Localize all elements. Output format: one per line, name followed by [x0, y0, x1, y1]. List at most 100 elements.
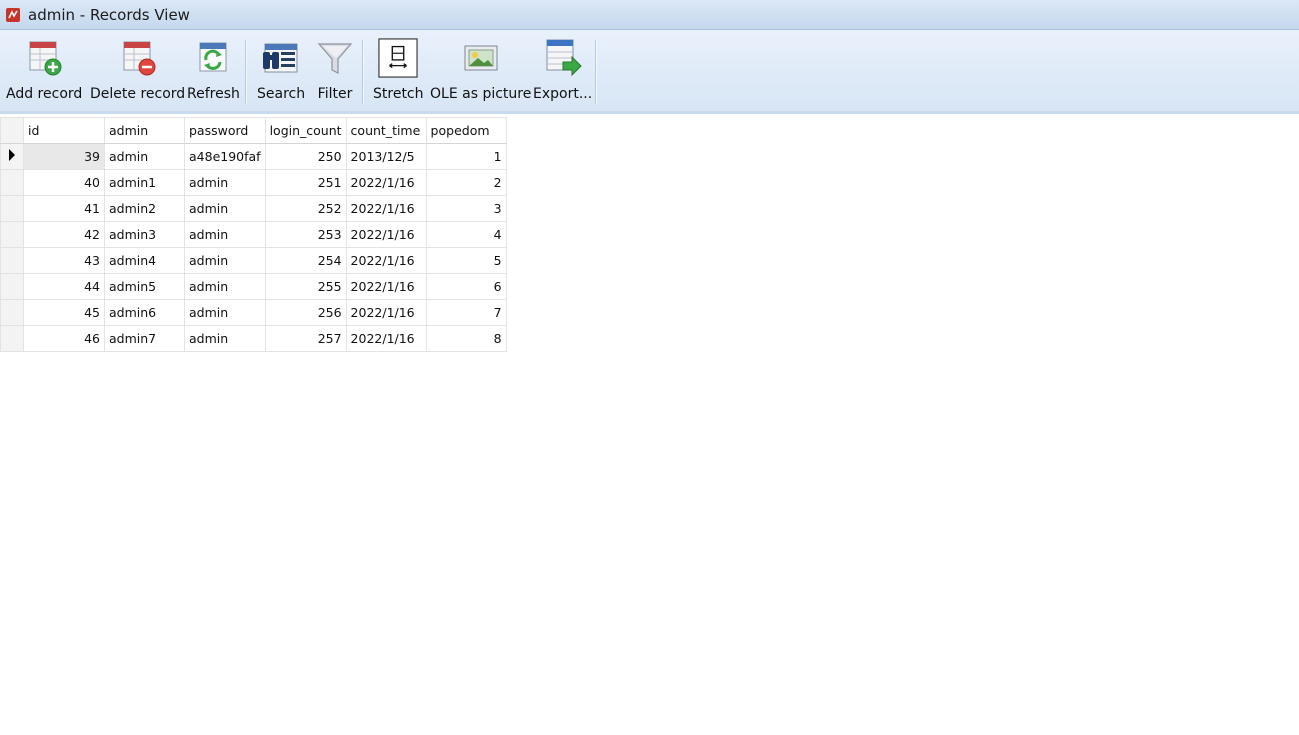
row-indicator[interactable]: [0, 221, 24, 248]
cell-login-count[interactable]: 253: [264, 221, 347, 248]
column-header-count-time[interactable]: count_time: [345, 117, 427, 144]
table-row[interactable]: 40 admin1 admin 251 2022/1/16 2: [0, 169, 507, 196]
cell-admin[interactable]: admin3: [104, 221, 185, 248]
cell-login-count[interactable]: 250: [264, 143, 347, 170]
cell-admin[interactable]: admin7: [104, 325, 185, 352]
table-row[interactable]: 43 admin4 admin 254 2022/1/16 5: [0, 247, 507, 274]
cell-password[interactable]: a48e190faf: [184, 143, 266, 170]
cell-login-count[interactable]: 257: [264, 325, 347, 352]
cell-id[interactable]: 39: [23, 143, 105, 170]
records-grid: id admin password login_count count_time…: [0, 117, 507, 352]
refresh-button[interactable]: Refresh: [187, 38, 240, 108]
row-indicator[interactable]: [0, 195, 24, 222]
export-icon: [546, 39, 582, 77]
cell-id[interactable]: 40: [23, 169, 105, 196]
cell-count-time[interactable]: 2022/1/16: [345, 195, 427, 222]
cell-admin[interactable]: admin6: [104, 299, 185, 326]
table-row[interactable]: 42 admin3 admin 253 2022/1/16 4: [0, 221, 507, 248]
export-label: Export...: [533, 86, 593, 102]
column-header-id[interactable]: id: [23, 117, 105, 144]
cell-admin[interactable]: admin1: [104, 169, 185, 196]
cell-login-count[interactable]: 251: [264, 169, 347, 196]
column-header-login-count[interactable]: login_count: [264, 117, 347, 144]
cell-popedom[interactable]: 8: [425, 325, 507, 352]
picture-icon: [464, 45, 498, 71]
table-row[interactable]: 46 admin7 admin 257 2022/1/16 8: [0, 325, 507, 352]
refresh-label: Refresh: [187, 86, 240, 102]
row-indicator-header: [0, 117, 24, 144]
toolbar-separator: [245, 40, 247, 104]
cell-popedom[interactable]: 1: [425, 143, 507, 170]
cell-popedom[interactable]: 7: [425, 299, 507, 326]
export-button[interactable]: Export...: [533, 38, 592, 108]
funnel-icon: [317, 43, 353, 74]
delete-record-button[interactable]: Delete record: [90, 38, 185, 108]
cell-password[interactable]: admin: [184, 325, 266, 352]
stretch-button[interactable]: Stretch: [373, 38, 424, 108]
table-row[interactable]: 39 admin a48e190faf 250 2013/12/5 1: [0, 143, 507, 170]
cell-admin[interactable]: admin4: [104, 247, 185, 274]
current-row-arrow-icon: [9, 149, 15, 161]
delete-record-icon: [123, 41, 156, 76]
cell-id[interactable]: 44: [23, 273, 105, 300]
cell-count-time[interactable]: 2022/1/16: [345, 325, 427, 352]
row-indicator[interactable]: [0, 247, 24, 274]
table-row[interactable]: 41 admin2 admin 252 2022/1/16 3: [0, 195, 507, 222]
ole-as-picture-button[interactable]: OLE as picture: [430, 38, 531, 108]
add-record-button[interactable]: Add record: [6, 38, 82, 108]
cell-id[interactable]: 41: [23, 195, 105, 222]
row-indicator[interactable]: [0, 169, 24, 196]
cell-popedom[interactable]: 3: [425, 195, 507, 222]
refresh-icon: [199, 42, 227, 72]
table-row[interactable]: 45 admin6 admin 256 2022/1/16 7: [0, 299, 507, 326]
cell-count-time[interactable]: 2022/1/16: [345, 273, 427, 300]
row-indicator[interactable]: [0, 325, 24, 352]
row-indicator[interactable]: [0, 299, 24, 326]
cell-password[interactable]: admin: [184, 247, 266, 274]
add-record-label: Add record: [6, 86, 83, 102]
toolbar-separator: [595, 40, 597, 104]
cell-password[interactable]: admin: [184, 299, 266, 326]
window-title: admin - Records View: [28, 5, 190, 24]
search-label: Search: [257, 86, 306, 102]
cell-popedom[interactable]: 6: [425, 273, 507, 300]
cell-login-count[interactable]: 254: [264, 247, 347, 274]
app-icon: [6, 7, 20, 22]
cell-popedom[interactable]: 5: [425, 247, 507, 274]
cell-password[interactable]: admin: [184, 221, 266, 248]
column-header-popedom[interactable]: popedom: [425, 117, 507, 144]
title-bar: admin - Records View: [0, 0, 1299, 30]
column-header-admin[interactable]: admin: [104, 117, 185, 144]
cell-admin[interactable]: admin: [104, 143, 185, 170]
delete-record-label: Delete record: [90, 86, 186, 102]
cell-id[interactable]: 42: [23, 221, 105, 248]
cell-popedom[interactable]: 2: [425, 169, 507, 196]
table-row[interactable]: 44 admin5 admin 255 2022/1/16 6: [0, 273, 507, 300]
cell-login-count[interactable]: 255: [264, 273, 347, 300]
cell-popedom[interactable]: 4: [425, 221, 507, 248]
grid-header-row: id admin password login_count count_time…: [0, 117, 507, 144]
cell-password[interactable]: admin: [184, 169, 266, 196]
cell-count-time[interactable]: 2022/1/16: [345, 247, 427, 274]
cell-id[interactable]: 43: [23, 247, 105, 274]
cell-count-time[interactable]: 2022/1/16: [345, 221, 427, 248]
cell-count-time[interactable]: 2022/1/16: [345, 299, 427, 326]
toolbar-separator: [362, 40, 364, 104]
filter-button[interactable]: Filter: [315, 38, 355, 108]
row-indicator[interactable]: [0, 143, 24, 170]
cell-count-time[interactable]: 2022/1/16: [345, 169, 427, 196]
cell-password[interactable]: admin: [184, 273, 266, 300]
cell-password[interactable]: admin: [184, 195, 266, 222]
cell-admin[interactable]: admin5: [104, 273, 185, 300]
cell-admin[interactable]: admin2: [104, 195, 185, 222]
search-button[interactable]: Search: [257, 38, 305, 108]
row-indicator[interactable]: [0, 273, 24, 300]
cell-id[interactable]: 46: [23, 325, 105, 352]
toolbar: Add record Delete record Refresh Search …: [0, 30, 1299, 114]
cell-login-count[interactable]: 252: [264, 195, 347, 222]
cell-count-time[interactable]: 2013/12/5: [345, 143, 427, 170]
stretch-label: Stretch: [373, 86, 424, 102]
cell-id[interactable]: 45: [23, 299, 105, 326]
column-header-password[interactable]: password: [184, 117, 266, 144]
cell-login-count[interactable]: 256: [264, 299, 347, 326]
